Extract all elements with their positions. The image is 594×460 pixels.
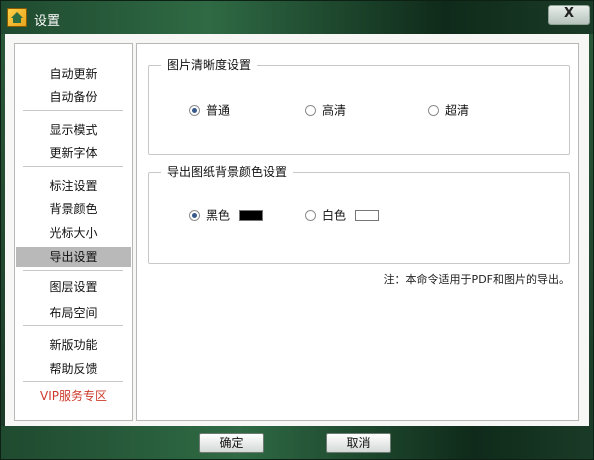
radio-label: 普通 [206, 103, 231, 118]
background-option-white[interactable]: 白色 [305, 207, 380, 223]
nav-item-update-fonts[interactable]: 更新字体 [16, 143, 131, 163]
nav-divider [23, 270, 123, 271]
radio-unchecked[interactable] [305, 105, 316, 116]
clarity-group-title: 图片清晰度设置 [161, 58, 258, 72]
nav-divider [23, 325, 123, 326]
window-title: 设置 [34, 14, 61, 29]
radio-checked[interactable] [189, 210, 200, 221]
nav-item-new-features[interactable]: 新版功能 [16, 335, 131, 355]
nav-divider [23, 381, 123, 382]
nav-item-vip-service[interactable]: VIP服务专区 [16, 386, 131, 406]
clarity-option-normal[interactable]: 普通 [189, 102, 230, 118]
export-background-group: 导出图纸背景颜色设置 黑色 白色 [148, 165, 570, 264]
nav-item-layer-settings[interactable]: 图层设置 [16, 277, 131, 297]
radio-checked[interactable] [189, 105, 200, 116]
nav-divider [23, 110, 123, 111]
nav-item-layout-space[interactable]: 布局空间 [16, 303, 131, 323]
export-background-group-title: 导出图纸背景颜色设置 [161, 165, 294, 179]
nav-divider [23, 166, 123, 167]
nav-item-annotation-settings[interactable]: 标注设置 [16, 176, 131, 196]
settings-window: 设置 X 自动更新 自动备份 显示模式 更新字体 标注设置 背景颜色 光标大小 … [0, 0, 594, 460]
dialog-footer: 确定 取消 [1, 426, 593, 459]
nav-item-export-settings[interactable]: 导出设置 [16, 247, 131, 267]
clarity-option-uhd[interactable]: 超清 [428, 102, 469, 118]
settings-nav: 自动更新 自动备份 显示模式 更新字体 标注设置 背景颜色 光标大小 导出设置 … [14, 43, 133, 421]
radio-label: 超清 [445, 103, 470, 118]
radio-unchecked[interactable] [428, 105, 439, 116]
nav-item-auto-backup[interactable]: 自动备份 [16, 87, 131, 107]
nav-item-background-color[interactable]: 背景颜色 [16, 199, 131, 219]
clarity-option-hd[interactable]: 高清 [305, 102, 346, 118]
radio-label: 黑色 [206, 208, 231, 223]
app-home-icon [7, 8, 27, 27]
close-button[interactable]: X [548, 5, 590, 25]
ok-button[interactable]: 确定 [199, 433, 264, 453]
nav-item-help-feedback[interactable]: 帮助反馈 [16, 359, 131, 379]
radio-label: 高清 [322, 103, 347, 118]
settings-panel: 图片清晰度设置 普通 高清 超清 导出图纸背景颜色设置 黑色 白色 注：本命令适… [136, 43, 579, 421]
radio-label: 白色 [322, 208, 347, 223]
black-color-swatch [239, 210, 264, 221]
nav-item-auto-update[interactable]: 自动更新 [16, 64, 131, 84]
cancel-button[interactable]: 取消 [326, 433, 391, 453]
nav-item-display-mode[interactable]: 显示模式 [16, 120, 131, 140]
title-bar[interactable]: 设置 X [1, 1, 593, 34]
radio-unchecked[interactable] [305, 210, 316, 221]
export-note: 注：本命令适用于PDF和图片的导出。 [383, 273, 570, 286]
nav-item-cursor-size[interactable]: 光标大小 [16, 223, 131, 243]
clarity-group: 图片清晰度设置 普通 高清 超清 [148, 58, 570, 155]
white-color-swatch [355, 210, 380, 221]
dialog-body: 自动更新 自动备份 显示模式 更新字体 标注设置 背景颜色 光标大小 导出设置 … [5, 34, 589, 426]
background-option-black[interactable]: 黑色 [189, 207, 264, 223]
